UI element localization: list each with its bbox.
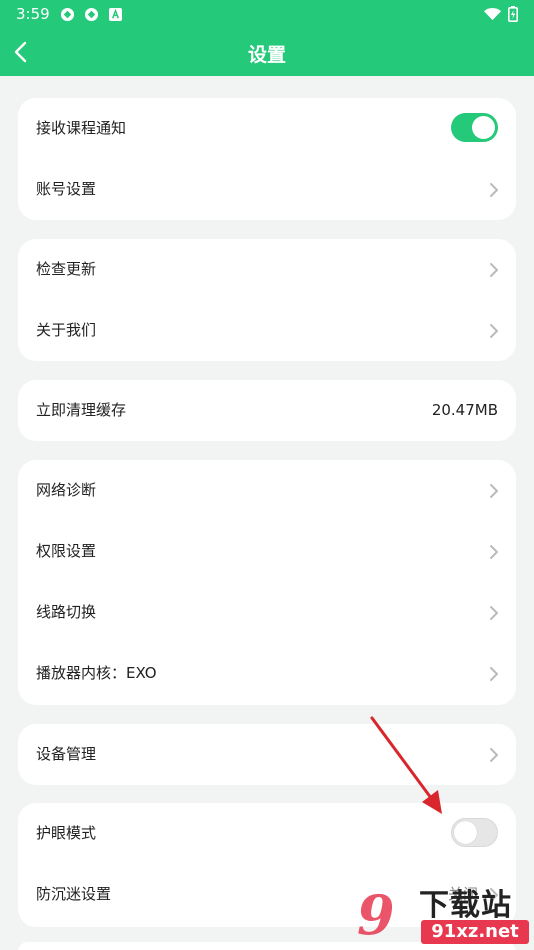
- settings-row-about[interactable]: 关于我们: [18, 300, 516, 361]
- sync-icon: [60, 7, 75, 22]
- page-title: 设置: [247, 44, 286, 66]
- chevron-right-icon: [490, 606, 498, 620]
- watermark-logo: 9: [357, 883, 395, 947]
- status-bar: 3:59: [0, 0, 534, 28]
- settings-card-cache: 立即清理缓存 20.47MB: [18, 380, 516, 441]
- chevron-right-icon: [490, 263, 498, 277]
- row-label: 播放器内核：EXO: [36, 664, 157, 682]
- wifi-icon: [484, 8, 501, 21]
- font-a-icon: [109, 8, 122, 21]
- chevron-right-icon: [490, 748, 498, 762]
- row-label: 护眼模式: [36, 824, 97, 842]
- sync-icon: [84, 7, 99, 22]
- app-bar: 设置: [0, 28, 534, 76]
- row-label: 接收课程通知: [36, 119, 127, 137]
- row-label: 线路切换: [36, 603, 97, 621]
- settings-row-account[interactable]: 账号设置: [18, 159, 516, 220]
- settings-row-device-manage[interactable]: 设备管理: [18, 724, 516, 785]
- settings-row-player-core[interactable]: 播放器内核：EXO: [18, 643, 516, 704]
- row-label: 立即清理缓存: [36, 401, 127, 419]
- settings-row-permissions[interactable]: 权限设置: [18, 521, 516, 582]
- chevron-right-icon: [490, 324, 498, 338]
- toggle-knob: [454, 821, 477, 844]
- status-time: 3:59: [16, 5, 50, 23]
- settings-card-notifications: 接收课程通知 账号设置: [18, 98, 516, 220]
- cache-size-value: 20.47MB: [431, 401, 498, 419]
- settings-card-network: 网络诊断 权限设置 线路切换 播放器内核：EXO: [18, 460, 516, 705]
- chevron-right-icon: [490, 183, 498, 197]
- battery-icon: [508, 6, 518, 22]
- settings-row-network[interactable]: 网络诊断: [18, 460, 516, 521]
- settings-row-eye-care[interactable]: 护眼模式: [18, 803, 516, 864]
- chevron-right-icon: [490, 545, 498, 559]
- watermark-text: 下载站: [419, 888, 512, 923]
- watermark: 9 下载站 91xz.net: [357, 880, 532, 950]
- settings-card-device: 设备管理: [18, 724, 516, 785]
- row-label: 关于我们: [36, 321, 97, 339]
- course-notify-toggle[interactable]: [451, 113, 498, 142]
- settings-row-check-update[interactable]: 检查更新: [18, 239, 516, 300]
- toggle-knob: [472, 116, 495, 139]
- row-label: 防沉迷设置: [36, 885, 112, 903]
- row-label: 网络诊断: [36, 481, 97, 499]
- settings-row-course-notify[interactable]: 接收课程通知: [18, 98, 516, 159]
- settings-row-route-switch[interactable]: 线路切换: [18, 582, 516, 643]
- eye-care-toggle[interactable]: [451, 818, 498, 847]
- settings-row-clear-cache[interactable]: 立即清理缓存 20.47MB: [18, 380, 516, 441]
- row-label: 权限设置: [36, 542, 97, 560]
- chevron-right-icon: [490, 484, 498, 498]
- watermark-url: 91xz.net: [421, 920, 529, 944]
- settings-card-info: 检查更新 关于我们: [18, 239, 516, 361]
- chevron-right-icon: [490, 667, 498, 681]
- row-label: 设备管理: [36, 745, 97, 763]
- row-label: 账号设置: [36, 180, 97, 198]
- row-label: 检查更新: [36, 260, 97, 278]
